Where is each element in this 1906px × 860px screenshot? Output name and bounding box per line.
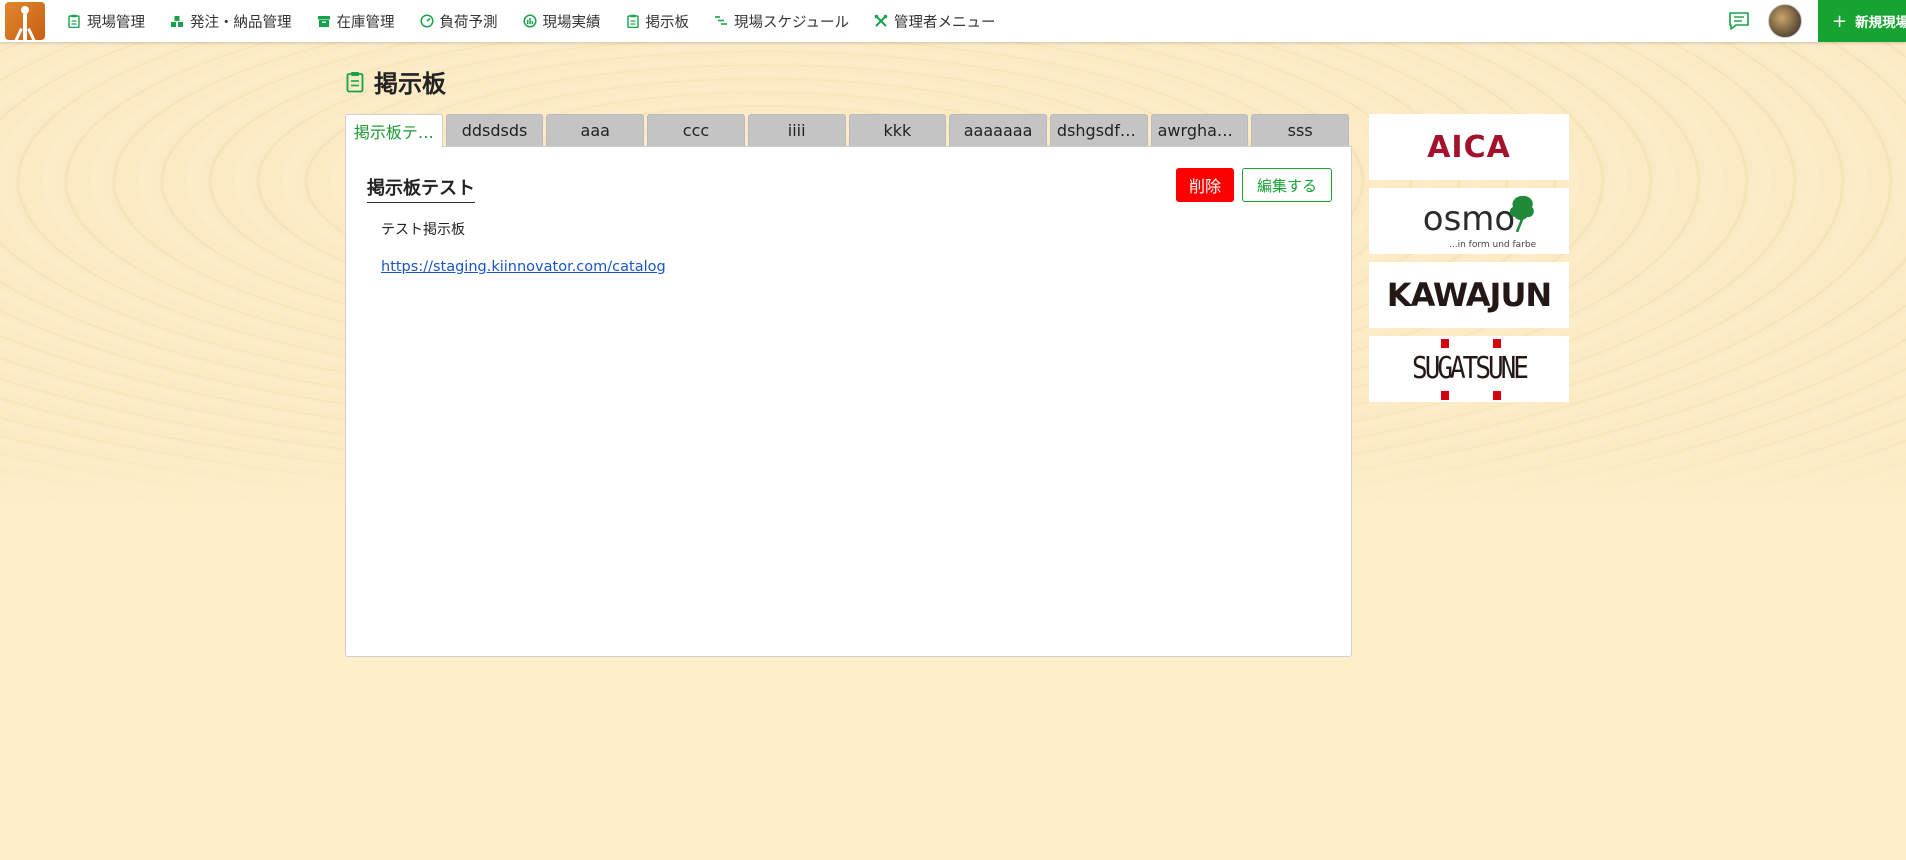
tab-7[interactable]: dshgsdfh…	[1049, 114, 1148, 146]
post-body: テスト掲示板	[381, 222, 465, 238]
clipboard-icon	[346, 71, 364, 93]
nav-item-site-results[interactable]: 現場実績	[522, 11, 601, 32]
nav-label: 負荷予測	[439, 14, 498, 31]
tab-8[interactable]: awrghaw…	[1150, 114, 1249, 146]
tab-1[interactable]: ddsdsds	[445, 114, 544, 146]
nav-label: 現場スケジュール	[734, 14, 849, 31]
tab-3[interactable]: ccc	[647, 114, 745, 146]
sponsor-sugatsune[interactable]: SUGATSUNE	[1369, 336, 1569, 402]
red-square-icon	[1441, 339, 1449, 348]
nav-item-load-forecast[interactable]: 負荷予測	[419, 11, 498, 32]
nav-label: 現場実績	[542, 14, 601, 31]
nav-label: 発注・納品管理	[190, 14, 292, 31]
nav-label: 掲示板	[645, 14, 690, 31]
nav-item-site-schedule[interactable]: 現場スケジュール	[714, 11, 849, 32]
new-site-button[interactable]: + 新規現場	[1818, 0, 1906, 42]
tab-0[interactable]: 掲示板テ…	[345, 114, 443, 147]
tab-4[interactable]: iiii	[747, 114, 846, 146]
post-content: 掲示板テスト 削除 編集する テスト掲示板 https://staging.ki…	[345, 146, 1352, 657]
clipboard-icon	[626, 14, 640, 28]
tree-icon	[1509, 195, 1534, 232]
user-avatar[interactable]	[1768, 4, 1802, 38]
nav-item-bulletin-board[interactable]: 掲示板	[626, 11, 690, 32]
page-title: 掲示板	[346, 64, 446, 99]
nav-right: + 新規現場	[1728, 0, 1906, 42]
order-icon	[170, 14, 184, 28]
post-link[interactable]: https://staging.kiinnovator.com/catalog	[381, 259, 666, 275]
box-icon	[317, 14, 331, 28]
nav-item-inventory[interactable]: 在庫管理	[317, 11, 395, 32]
tab-9[interactable]: sss	[1251, 114, 1350, 146]
kawajun-logo: KAWAJUN	[1386, 276, 1552, 314]
tab-6[interactable]: aaaaaaa	[949, 114, 1047, 146]
tab-5[interactable]: kkk	[848, 114, 947, 146]
sponsor-aica[interactable]: AICA	[1369, 114, 1569, 180]
nav-label: 現場管理	[87, 14, 145, 31]
tools-icon	[874, 14, 888, 28]
red-square-icon	[1493, 339, 1501, 348]
red-square-icon	[1441, 391, 1449, 400]
osmo-tagline: ...in form und farbe	[1449, 240, 1537, 250]
sponsor-kawajun[interactable]: KAWAJUN	[1369, 262, 1569, 328]
sugatsune-logo: SUGATSUNE	[1412, 351, 1529, 387]
schedule-icon	[714, 14, 728, 28]
sponsor-osmo[interactable]: osmo ...in form und farbe	[1369, 188, 1569, 254]
new-site-label: 新規現場	[1855, 15, 1906, 31]
clipboard-icon	[67, 14, 81, 28]
tab-2[interactable]: aaa	[546, 114, 645, 146]
aica-logo: AICA	[1427, 129, 1511, 165]
osmo-logo: osmo	[1422, 199, 1516, 239]
nav-item-site-management[interactable]: 現場管理	[67, 11, 145, 32]
chat-icon[interactable]	[1728, 11, 1750, 31]
post-title: 掲示板テスト	[367, 174, 475, 203]
nav-label: 管理者メニュー	[893, 14, 996, 31]
nav-item-order-delivery[interactable]: 発注・納品管理	[170, 11, 292, 32]
bulletin-tabs: 掲示板テ… ddsdsds aaa ccc iiii kkk aaaaaaa d…	[345, 114, 1352, 147]
nav-item-admin-menu[interactable]: 管理者メニュー	[874, 11, 996, 32]
plus-icon: +	[1832, 10, 1848, 32]
bulletin-panel: 掲示板テ… ddsdsds aaa ccc iiii kkk aaaaaaa d…	[345, 114, 1352, 657]
app-logo[interactable]	[5, 2, 45, 40]
gauge-icon	[419, 14, 434, 28]
top-navbar: 現場管理 発注・納品管理 在庫管理 負荷予測 現場実績 掲示板 現場スケジュール…	[0, 0, 1906, 42]
sponsor-banners: AICA osmo ...in form und farbe KAWAJUN S…	[1369, 114, 1569, 410]
delete-button[interactable]: 削除	[1176, 168, 1234, 202]
main-nav: 現場管理 発注・納品管理 在庫管理 負荷予測 現場実績 掲示板 現場スケジュール…	[67, 11, 1020, 32]
nav-label: 在庫管理	[336, 14, 395, 31]
page-title-text: 掲示板	[374, 70, 446, 98]
red-square-icon	[1493, 391, 1501, 400]
edit-button[interactable]: 編集する	[1242, 168, 1332, 202]
chart-icon	[522, 14, 537, 28]
